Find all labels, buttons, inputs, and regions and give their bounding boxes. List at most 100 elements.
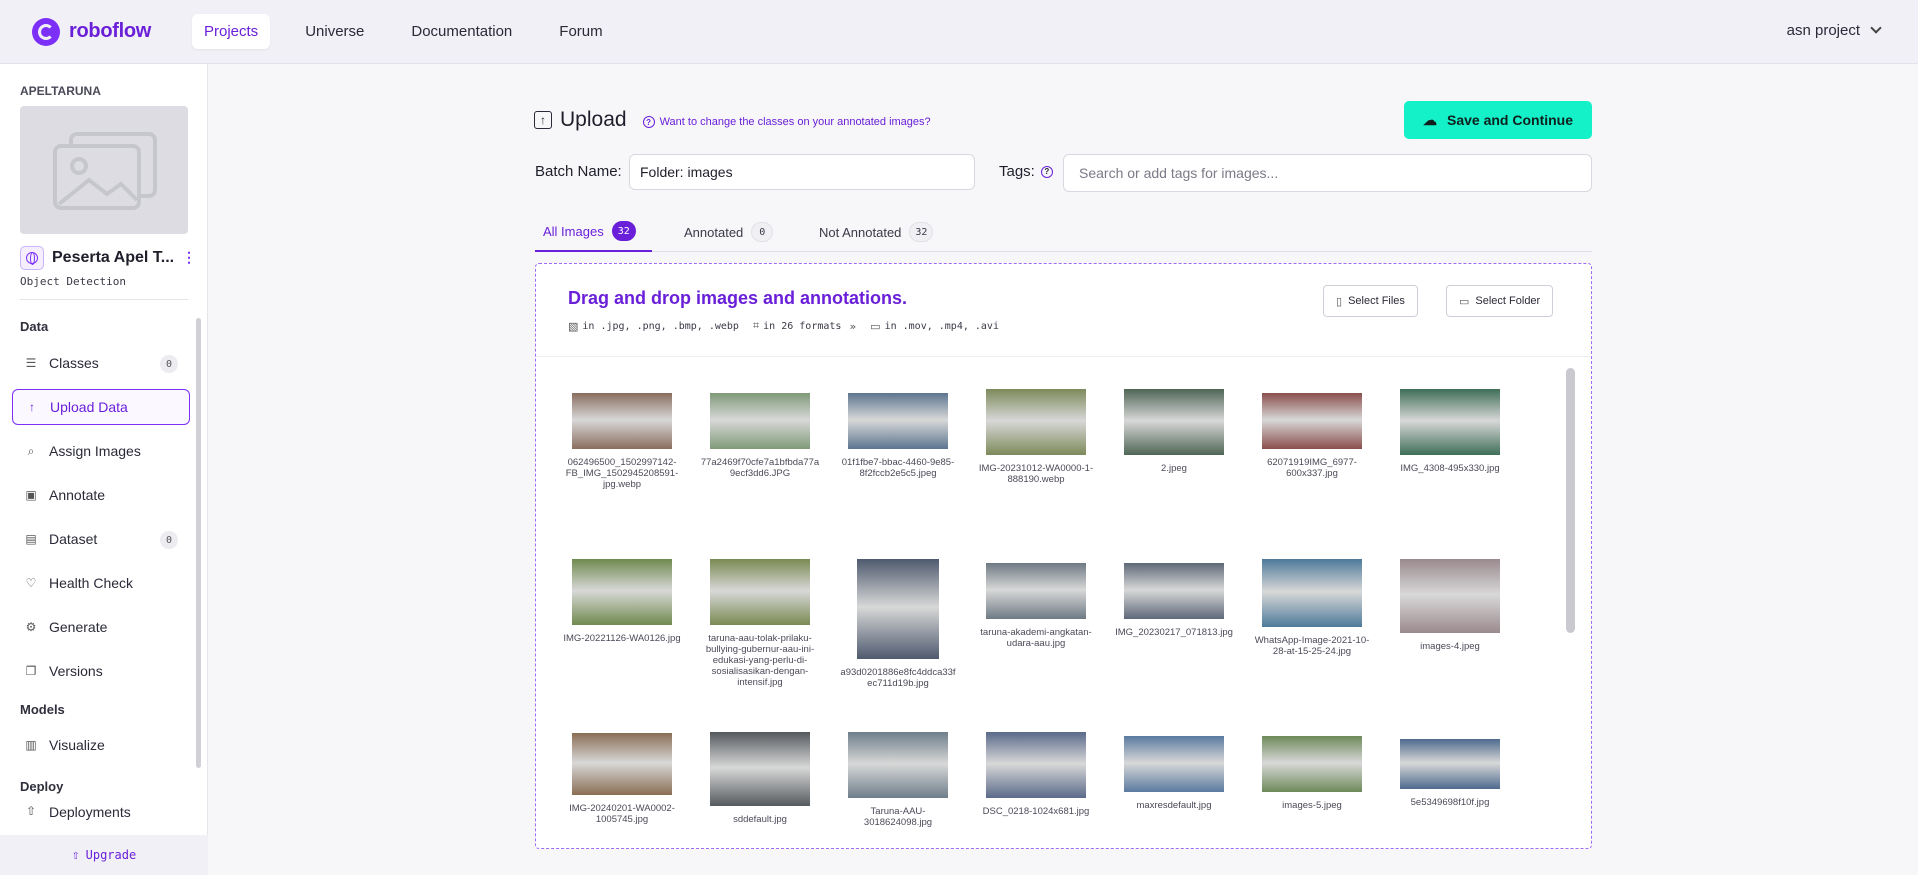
change-classes-help-link[interactable]: ? Want to change the classes on your ann…: [642, 116, 931, 128]
sidebar-item-generate[interactable]: ⚙ Generate: [12, 609, 190, 645]
image-tile[interactable]: sddefault.jpg: [700, 732, 820, 825]
image-thumbnail: [1400, 739, 1500, 789]
image-filename: IMG-20221126-WA0126.jpg: [563, 633, 681, 644]
sidebar-item-versions[interactable]: ❐ Versions: [12, 653, 190, 689]
image-tile[interactable]: IMG-20240201-WA0002-1005745.jpg: [562, 732, 682, 825]
image-filename: images-4.jpeg: [1420, 641, 1480, 652]
sidebar-item-assign-images[interactable]: ⌕ Assign Images: [12, 433, 190, 469]
project-type: Object Detection: [20, 275, 126, 288]
select-files-button[interactable]: ▯ Select Files: [1323, 285, 1418, 317]
batch-name-label: Batch Name:: [535, 163, 622, 180]
image-tile[interactable]: images-4.jpeg: [1390, 559, 1510, 652]
image-tile[interactable]: 62071919IMG_6977-600x337.jpg: [1252, 389, 1372, 479]
image-filename: taruna-aau-tolak-prilaku-bullying-gubern…: [705, 633, 815, 688]
sidebar-item-health-check[interactable]: ♡ Health Check: [12, 565, 190, 601]
nav-link-projects[interactable]: Projects: [192, 14, 271, 49]
image-tile[interactable]: 01f1fbe7-bbac-4460-9e85-8f2fccb2e5c5.jpe…: [838, 389, 958, 479]
section-deploy: Deploy: [20, 779, 64, 794]
image-thumbnail: [1124, 563, 1224, 619]
roboflow-logo[interactable]: roboflow: [32, 17, 182, 46]
image-tile[interactable]: images-5.jpeg: [1252, 732, 1372, 811]
page-title: Upload: [560, 108, 627, 131]
sidebar-item-deployments[interactable]: ⇧ Deployments: [12, 804, 190, 826]
sidebar-item-label: Dataset: [49, 531, 98, 547]
image-thumbnail: [710, 559, 810, 625]
select-folder-button[interactable]: ▭ Select Folder: [1446, 285, 1554, 317]
tab-annotated[interactable]: Annotated 0: [684, 212, 774, 252]
image-thumbnail: [848, 393, 948, 449]
nav-link-forum[interactable]: Forum: [547, 14, 614, 49]
image-filename: IMG-20240201-WA0002-1005745.jpg: [569, 803, 675, 825]
image-tile[interactable]: IMG-20231012-WA0000-1-888190.webp: [976, 389, 1096, 485]
image-tile[interactable]: 5e5349698f10f.jpg: [1390, 732, 1510, 808]
project-menu[interactable]: asn project: [1787, 22, 1882, 39]
generate-icon: ⚙: [25, 620, 37, 634]
heart-icon: ♡: [25, 576, 37, 590]
chart-icon: ▥: [25, 738, 37, 752]
nav-link-documentation[interactable]: Documentation: [399, 14, 524, 49]
image-thumbnail: [1400, 559, 1500, 633]
image-tile[interactable]: WhatsApp-Image-2021-10-28-at-15-25-24.jp…: [1252, 559, 1372, 657]
double-chevron-right-icon[interactable]: »: [849, 320, 856, 333]
image-filename: IMG_4308-495x330.jpg: [1400, 463, 1500, 474]
image-tile[interactable]: taruna-aau-tolak-prilaku-bullying-gubern…: [700, 559, 820, 688]
sidebar-scrollbar[interactable]: [196, 318, 201, 768]
image-filename: taruna-akademi-angkatan-udara-aau.jpg: [980, 627, 1092, 649]
image-tile[interactable]: IMG_4308-495x330.jpg: [1390, 389, 1510, 474]
upload-dropzone[interactable]: Drag and drop images and annotations. ▧ …: [535, 263, 1592, 849]
globe-icon: [20, 246, 44, 270]
image-tile[interactable]: a93d0201886e8fc4ddca33fec711d19b.jpg: [838, 559, 958, 689]
sidebar-item-dataset[interactable]: ▤ Dataset 0: [12, 521, 190, 557]
image-thumbnail: [986, 389, 1086, 455]
help-link-text: Want to change the classes on your annot…: [659, 116, 931, 128]
sidebar-item-annotate[interactable]: ▣ Annotate: [12, 477, 190, 513]
workspace-name: APELTARUNA: [20, 84, 101, 98]
project-thumbnail[interactable]: [20, 106, 188, 234]
image-thumbnail: [710, 393, 810, 449]
image-tile[interactable]: DSC_0218-1024x681.jpg: [976, 732, 1096, 817]
nav-link-universe[interactable]: Universe: [293, 14, 376, 49]
tab-label: Not Annotated: [819, 224, 902, 240]
image-tile[interactable]: IMG-20221126-WA0126.jpg: [562, 559, 682, 644]
question-icon: ?: [642, 116, 655, 128]
image-grid-scrollbar[interactable]: [1566, 368, 1575, 633]
upgrade-label: Upgrade: [85, 848, 137, 862]
image-tile[interactable]: Taruna-AAU-3018624098.jpg: [838, 732, 958, 828]
versions-icon: ❐: [25, 664, 37, 678]
question-icon[interactable]: ?: [1040, 165, 1053, 178]
image-tile[interactable]: taruna-akademi-angkatan-udara-aau.jpg: [976, 559, 1096, 649]
tags-label: Tags: ?: [999, 163, 1053, 180]
image-filename: Taruna-AAU-3018624098.jpg: [863, 806, 933, 828]
image-thumbnail: [848, 732, 948, 798]
image-tile[interactable]: 2.jpeg: [1114, 389, 1234, 474]
tab-all-images[interactable]: All Images 32: [535, 212, 652, 252]
image-thumbnail: [857, 559, 939, 659]
sidebar-item-classes[interactable]: ☰ Classes 0: [12, 345, 190, 381]
tab-not-annotated[interactable]: Not Annotated 32: [819, 212, 934, 252]
image-filename: images-5.jpeg: [1282, 800, 1342, 811]
image-filename: a93d0201886e8fc4ddca33fec711d19b.jpg: [840, 667, 956, 689]
image-tile[interactable]: 062496500_1502997142-FB_IMG_150294520859…: [562, 389, 682, 490]
tags-search-input[interactable]: [1063, 154, 1592, 192]
image-thumbnail: [572, 559, 672, 625]
image-thumbnail: [1124, 736, 1224, 792]
image-thumbnail: [986, 732, 1086, 798]
upgrade-button[interactable]: ⇧ Upgrade: [0, 835, 208, 875]
project-row[interactable]: Peserta Apel T... ⋮: [20, 246, 196, 270]
image-tile[interactable]: 77a2469f70cfe7a1bfbda77a9ecf3dd6.JPG: [700, 389, 820, 479]
image-tile[interactable]: maxresdefault.jpg: [1114, 732, 1234, 811]
save-and-continue-button[interactable]: ☁ Save and Continue: [1404, 101, 1592, 139]
batch-name-input[interactable]: [629, 154, 975, 190]
image-filename: 62071919IMG_6977-600x337.jpg: [1267, 457, 1357, 479]
project-name: Peserta Apel T...: [52, 249, 175, 266]
image-tile[interactable]: IMG_20230217_071813.jpg: [1114, 559, 1234, 638]
top-nav: roboflow Projects Universe Documentation…: [0, 0, 1918, 64]
image-thumbnail: [710, 732, 810, 806]
sidebar-item-visualize[interactable]: ▥ Visualize: [12, 727, 190, 763]
image-filename: IMG_20230217_071813.jpg: [1115, 627, 1233, 638]
kebab-menu-icon[interactable]: ⋮: [182, 249, 196, 265]
file-icon: ▯: [1336, 295, 1343, 308]
image-filename: 5e5349698f10f.jpg: [1410, 797, 1490, 808]
sidebar-item-upload-data[interactable]: ↑ Upload Data: [12, 389, 190, 425]
tags-label-text: Tags:: [999, 163, 1035, 180]
